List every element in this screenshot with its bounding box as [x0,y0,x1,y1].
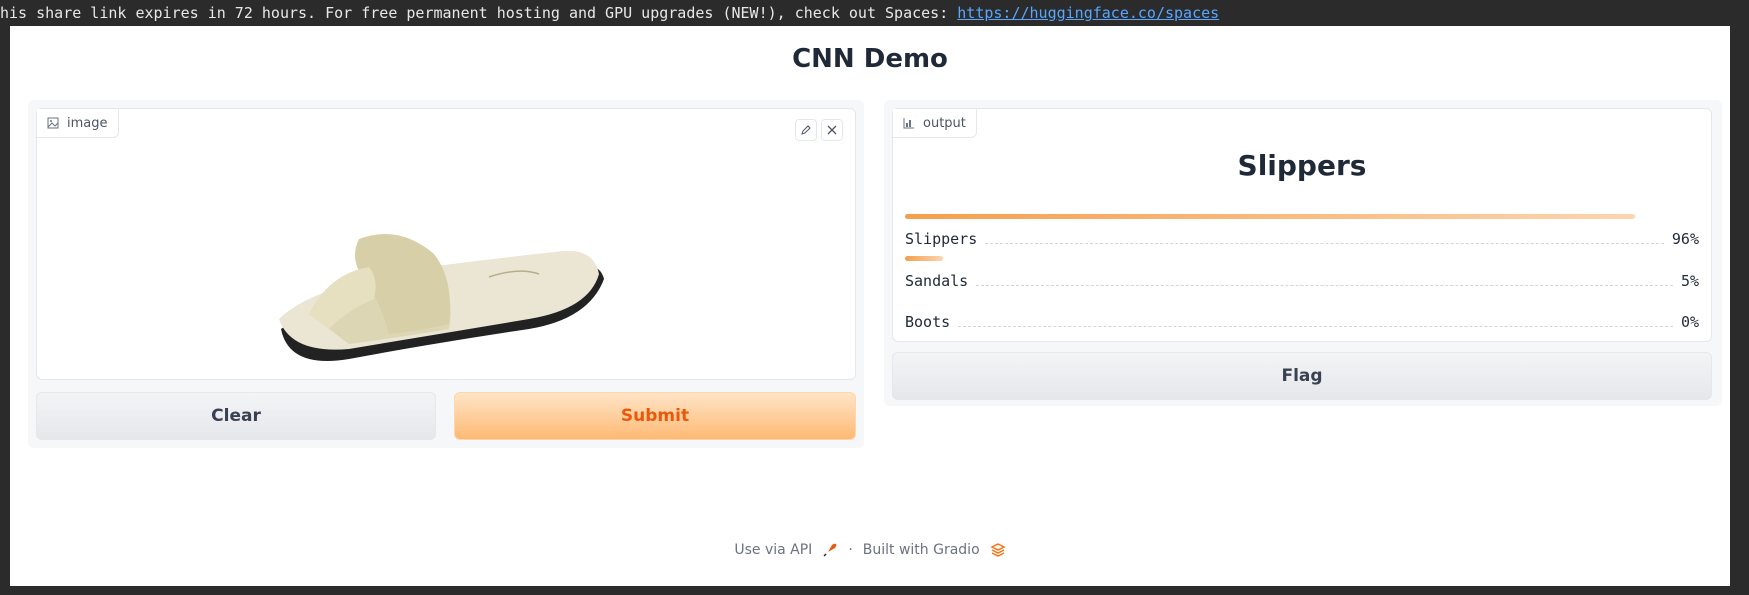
submit-button[interactable]: Submit [454,392,856,440]
bar-chart-icon [903,118,914,129]
built-with-gradio-link[interactable]: Built with Gradio [863,542,980,558]
rocket-icon [823,543,837,557]
footer: Use via API · Built with Gradio [10,542,1730,558]
confidence-value: 5% [1680,272,1699,290]
confidence-row[interactable]: Slippers 96% [905,214,1699,254]
confidence-bar [905,256,943,261]
image-icon [47,117,59,129]
flag-button[interactable]: Flag [892,352,1712,400]
gradio-app: CNN Demo image Clear Submit output Slipp… [10,26,1730,586]
spaces-link[interactable]: https://huggingface.co/spaces [957,4,1219,22]
footer-separator: · [848,542,853,558]
label-output: output Slippers Slippers 96% Sandals 5% [892,108,1712,342]
input-panel: image Clear Submit [28,100,864,448]
image-label-text: image [67,115,108,131]
pencil-icon [801,125,811,135]
confidence-label: Slippers [905,230,978,248]
output-panel: output Slippers Slippers 96% Sandals 5% [884,100,1722,406]
clear-button[interactable]: Clear [36,392,436,440]
page-title: CNN Demo [792,44,948,74]
clear-image-button[interactable] [821,119,843,141]
confidence-label: Sandals [905,272,969,290]
output-label: output [893,109,977,138]
confidence-label: Boots [905,313,951,331]
confidence-bar [905,214,1635,219]
image-input[interactable]: image [36,108,856,380]
slipper-image [279,234,604,361]
image-label: image [37,109,119,138]
output-label-text: output [923,115,966,131]
share-link-banner: his share link expires in 72 hours. For … [0,0,1749,26]
gradio-logo-icon [989,543,1006,557]
confidence-value: 96% [1671,230,1699,248]
confidence-row[interactable]: Boots 0% [905,297,1699,337]
leader-dots [985,242,1664,244]
confidence-row[interactable]: Sandals 5% [905,256,1699,296]
confidence-value: 0% [1680,313,1699,331]
leader-dots [958,325,1673,327]
edit-button[interactable] [795,119,817,141]
use-via-api-link[interactable]: Use via API [734,542,812,558]
close-icon [827,125,837,135]
predicted-label: Slippers [1237,149,1367,182]
banner-text: his share link expires in 72 hours. For … [0,4,958,22]
leader-dots [976,284,1673,286]
